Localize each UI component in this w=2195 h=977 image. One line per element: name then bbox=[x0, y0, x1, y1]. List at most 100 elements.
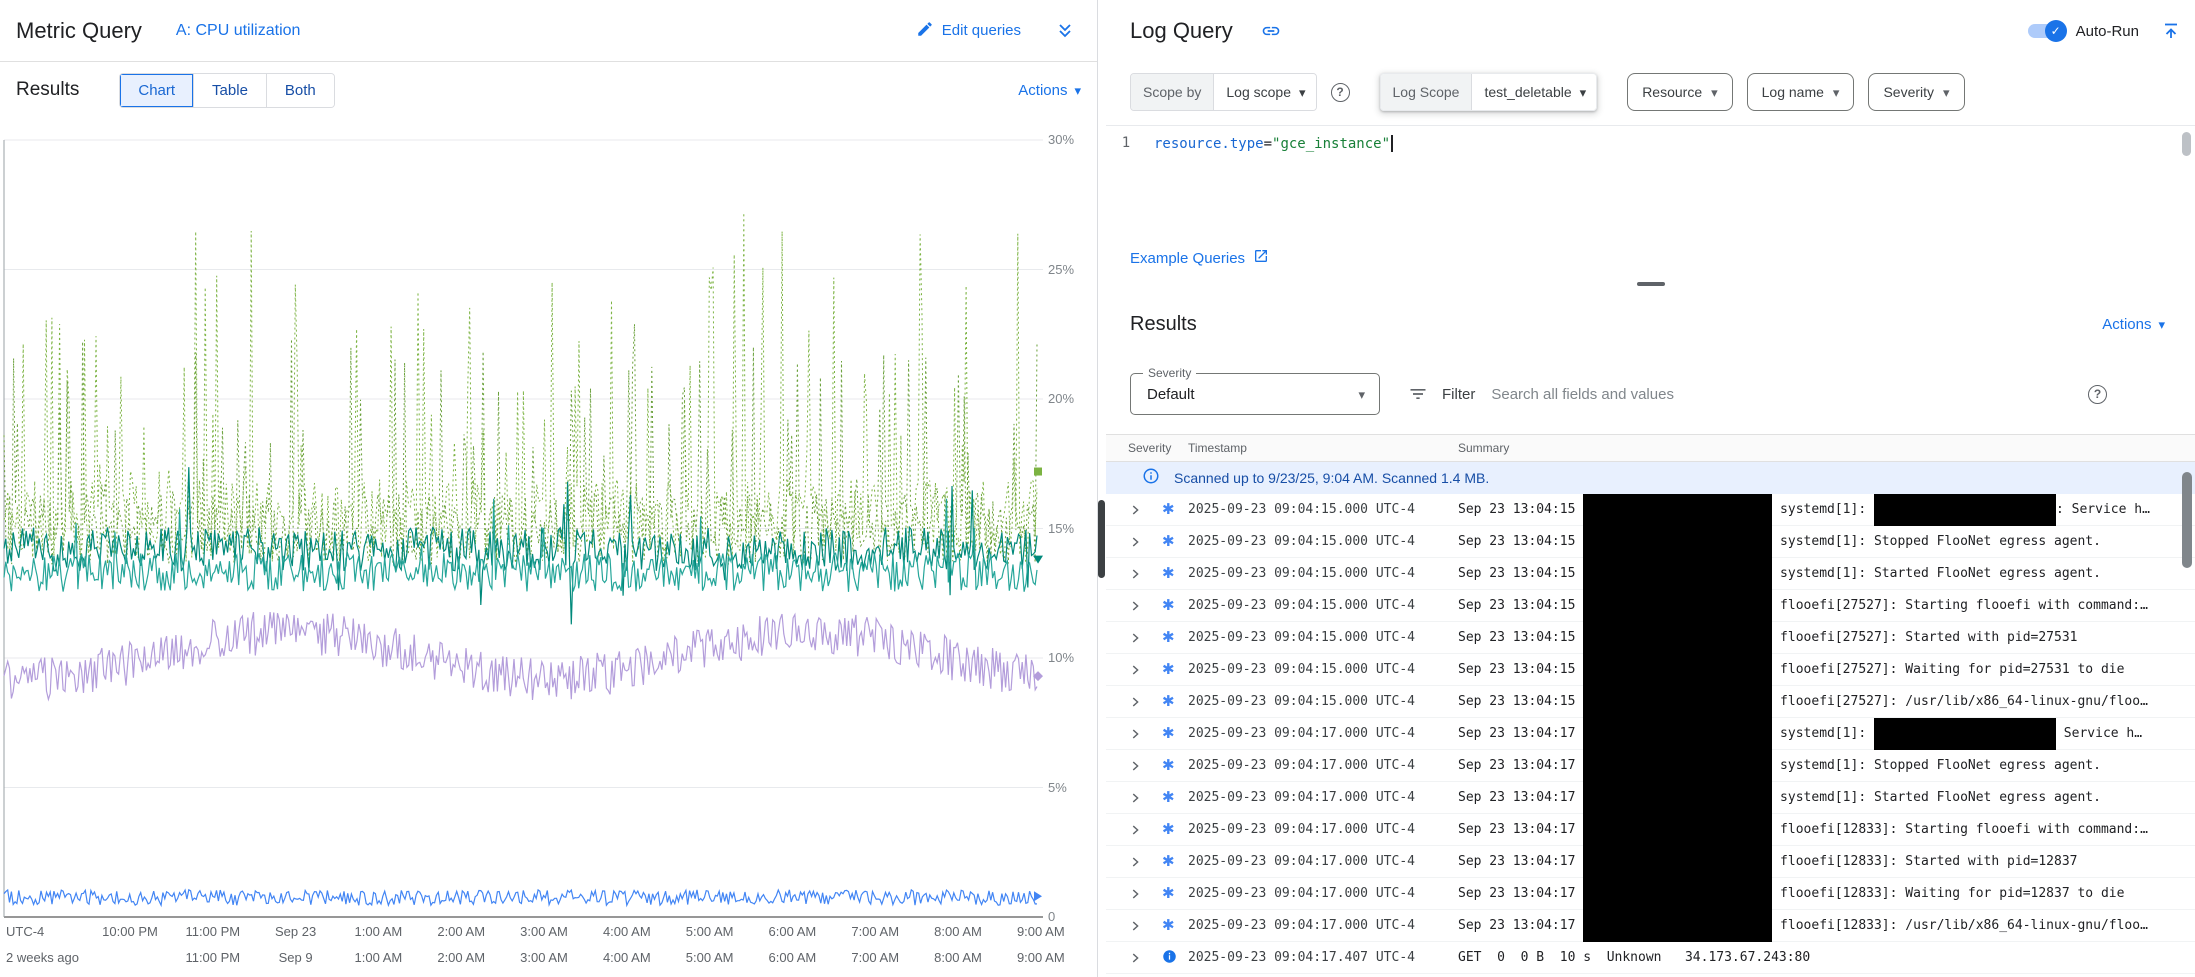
log-row[interactable]: 2025-09-23 09:04:17.407 UTC-4GET 0 0 B 1… bbox=[1106, 942, 2195, 974]
log-timestamp: 2025-09-23 09:04:15.000 UTC-4 bbox=[1188, 694, 1458, 709]
log-query-editor[interactable]: 1 resource.type="gce_instance" bbox=[1106, 125, 2195, 222]
expand-row-icon[interactable] bbox=[1128, 567, 1162, 581]
results-scrollbar[interactable] bbox=[2182, 472, 2192, 568]
log-timestamp: 2025-09-23 09:04:17.000 UTC-4 bbox=[1188, 854, 1458, 869]
log-rows-list: ✱2025-09-23 09:04:15.000 UTC-4Sep 23 13:… bbox=[1106, 494, 2195, 974]
expand-row-icon[interactable] bbox=[1128, 535, 1162, 549]
expand-row-icon[interactable] bbox=[1128, 823, 1162, 837]
log-row[interactable]: ✱2025-09-23 09:04:15.000 UTC-4Sep 23 13:… bbox=[1106, 494, 2195, 526]
redacted-block bbox=[1583, 814, 1772, 846]
expand-row-icon[interactable] bbox=[1128, 663, 1162, 677]
log-timestamp: 2025-09-23 09:04:17.000 UTC-4 bbox=[1188, 790, 1458, 805]
expand-row-icon[interactable] bbox=[1128, 951, 1162, 965]
log-actions-dropdown[interactable]: Actions ▾ bbox=[2102, 316, 2165, 333]
severity-select[interactable]: Severity Default ▾ bbox=[1130, 373, 1380, 415]
resize-handle[interactable] bbox=[1098, 500, 1105, 578]
horizontal-resize-handle[interactable] bbox=[1637, 282, 1665, 286]
log-query-toolbar: Scope by Log scope ▾ ? Log Scope test_de… bbox=[1106, 72, 2195, 112]
resource-filter-dropdown[interactable]: Resource ▾ bbox=[1627, 73, 1732, 111]
results-help-icon[interactable]: ? bbox=[2088, 385, 2107, 404]
log-row[interactable]: ✱2025-09-23 09:04:17.000 UTC-4Sep 23 13:… bbox=[1106, 814, 2195, 846]
collapse-panel-icon[interactable] bbox=[2161, 21, 2181, 41]
tab-both[interactable]: Both bbox=[266, 74, 334, 107]
default-severity-icon: ✱ bbox=[1162, 918, 1188, 933]
column-timestamp: Timestamp bbox=[1188, 441, 1458, 455]
expand-row-icon[interactable] bbox=[1128, 631, 1162, 645]
log-row[interactable]: ✱2025-09-23 09:04:17.000 UTC-4Sep 23 13:… bbox=[1106, 846, 2195, 878]
log-row[interactable]: ✱2025-09-23 09:04:15.000 UTC-4Sep 23 13:… bbox=[1106, 526, 2195, 558]
chevron-down-icon: ▾ bbox=[2158, 318, 2165, 331]
log-results-bar: Results Actions ▾ bbox=[1106, 306, 2195, 342]
severity-filter-dropdown[interactable]: Severity ▾ bbox=[1868, 73, 1964, 111]
scan-status-banner: Scanned up to 9/23/25, 9:04 AM. Scanned … bbox=[1106, 462, 2195, 494]
log-row[interactable]: ✱2025-09-23 09:04:17.000 UTC-4Sep 23 13:… bbox=[1106, 782, 2195, 814]
default-severity-icon: ✱ bbox=[1162, 694, 1188, 709]
log-summary: Sep 23 13:04:15 flooefi[27527]: /usr/lib… bbox=[1458, 686, 2195, 718]
expand-row-icon[interactable] bbox=[1128, 727, 1162, 741]
tab-table[interactable]: Table bbox=[193, 74, 266, 107]
expand-row-icon[interactable] bbox=[1128, 695, 1162, 709]
log-name-filter-dropdown[interactable]: Log name ▾ bbox=[1747, 73, 1855, 111]
chevron-down-icon: ▾ bbox=[1711, 86, 1718, 99]
cpu-utilization-chart[interactable]: 30%25%20%15%10%5%0 UTC-410:00 PM11:00 PM… bbox=[0, 118, 1097, 977]
expand-row-icon[interactable] bbox=[1128, 887, 1162, 901]
editor-scrollbar[interactable] bbox=[2182, 132, 2191, 156]
example-queries-link[interactable]: Example Queries bbox=[1130, 248, 1269, 268]
link-icon[interactable] bbox=[1261, 21, 1281, 41]
edit-queries-button[interactable]: Edit queries bbox=[916, 20, 1021, 42]
log-timestamp: 2025-09-23 09:04:15.000 UTC-4 bbox=[1188, 566, 1458, 581]
redacted-block bbox=[1583, 910, 1772, 942]
log-timestamp: 2025-09-23 09:04:17.000 UTC-4 bbox=[1188, 758, 1458, 773]
chevron-down-icon: ▾ bbox=[1943, 86, 1950, 99]
pencil-icon bbox=[916, 20, 934, 42]
log-row[interactable]: ✱2025-09-23 09:04:17.000 UTC-4Sep 23 13:… bbox=[1106, 910, 2195, 942]
scope-help-icon[interactable]: ? bbox=[1331, 83, 1350, 102]
tab-chart[interactable]: Chart bbox=[120, 74, 193, 107]
info-severity-icon bbox=[1162, 949, 1188, 967]
log-timestamp: 2025-09-23 09:04:15.000 UTC-4 bbox=[1188, 502, 1458, 517]
log-summary: Sep 23 13:04:15 flooefi[27527]: Starting… bbox=[1458, 590, 2195, 622]
panel-resize-divider[interactable] bbox=[1097, 0, 1106, 977]
redacted-block bbox=[1583, 686, 1772, 718]
log-row[interactable]: ✱2025-09-23 09:04:15.000 UTC-4Sep 23 13:… bbox=[1106, 622, 2195, 654]
expand-row-icon[interactable] bbox=[1128, 791, 1162, 805]
redacted-block bbox=[1583, 718, 1772, 750]
redacted-block bbox=[1874, 718, 2056, 750]
log-search-input[interactable] bbox=[1491, 386, 2051, 403]
column-summary: Summary bbox=[1458, 441, 2195, 455]
log-row[interactable]: ✱2025-09-23 09:04:17.000 UTC-4Sep 23 13:… bbox=[1106, 878, 2195, 910]
expand-row-icon[interactable] bbox=[1128, 919, 1162, 933]
redacted-block bbox=[1583, 782, 1772, 814]
log-scope-dropdown[interactable]: Log scope ▾ bbox=[1214, 74, 1315, 110]
log-scope-value-dropdown[interactable]: test_deletable ▾ bbox=[1472, 74, 1596, 110]
log-summary: Sep 23 13:04:17 systemd[1]: Stopped Floo… bbox=[1458, 750, 2195, 782]
filter-label: Filter bbox=[1442, 386, 1475, 403]
info-icon bbox=[1142, 467, 1160, 490]
log-summary: Sep 23 13:04:15 flooefi[27527]: Waiting … bbox=[1458, 654, 2195, 686]
chevron-down-icon: ▾ bbox=[1358, 388, 1365, 401]
log-row[interactable]: ✱2025-09-23 09:04:17.000 UTC-4Sep 23 13:… bbox=[1106, 718, 2195, 750]
log-row[interactable]: ✱2025-09-23 09:04:15.000 UTC-4Sep 23 13:… bbox=[1106, 686, 2195, 718]
redacted-block bbox=[1874, 494, 2056, 526]
auto-run-toggle[interactable]: ✓ bbox=[2028, 24, 2064, 38]
log-summary: Sep 23 13:04:17 flooefi[12833]: Started … bbox=[1458, 846, 2195, 878]
query-line: 1 resource.type="gce_instance" bbox=[1106, 126, 2195, 152]
redacted-block bbox=[1583, 526, 1772, 558]
log-row[interactable]: ✱2025-09-23 09:04:15.000 UTC-4Sep 23 13:… bbox=[1106, 590, 2195, 622]
expand-queries-icon[interactable] bbox=[1055, 21, 1075, 41]
expand-row-icon[interactable] bbox=[1128, 503, 1162, 517]
expand-row-icon[interactable] bbox=[1128, 855, 1162, 869]
log-results-heading: Results bbox=[1130, 313, 1197, 336]
log-filter-bar: Severity Default ▾ Filter ? bbox=[1106, 372, 2195, 416]
default-severity-icon: ✱ bbox=[1162, 822, 1188, 837]
log-row[interactable]: ✱2025-09-23 09:04:15.000 UTC-4Sep 23 13:… bbox=[1106, 654, 2195, 686]
log-row[interactable]: ✱2025-09-23 09:04:17.000 UTC-4Sep 23 13:… bbox=[1106, 750, 2195, 782]
log-timestamp: 2025-09-23 09:04:17.000 UTC-4 bbox=[1188, 918, 1458, 933]
log-summary: Sep 23 13:04:17 flooefi[12833]: /usr/lib… bbox=[1458, 910, 2195, 942]
expand-row-icon[interactable] bbox=[1128, 759, 1162, 773]
query-a-link[interactable]: A: CPU utilization bbox=[176, 22, 301, 40]
expand-row-icon[interactable] bbox=[1128, 599, 1162, 613]
chevron-down-icon: ▾ bbox=[1299, 86, 1306, 99]
metric-actions-dropdown[interactable]: Actions ▾ bbox=[1018, 82, 1081, 99]
log-row[interactable]: ✱2025-09-23 09:04:15.000 UTC-4Sep 23 13:… bbox=[1106, 558, 2195, 590]
